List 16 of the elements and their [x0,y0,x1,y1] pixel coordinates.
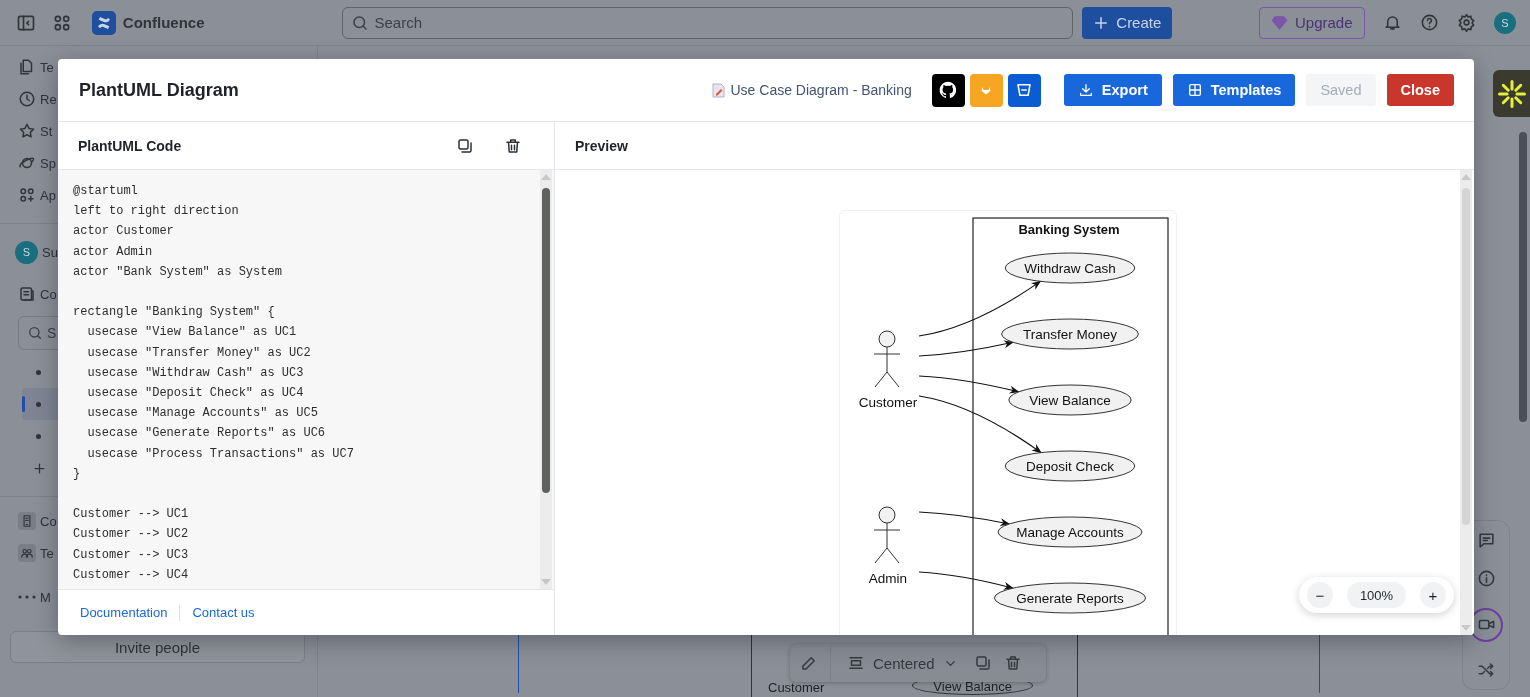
document-name: Use Case Diagram - Banking [730,82,912,98]
actor-label: Customer [858,395,917,410]
use-case-node: View Balance [1007,384,1132,416]
use-case-node: Deposit Check [1004,450,1135,482]
use-case-node: Withdraw Cash [1004,252,1135,284]
panel-title: PlantUML Code [78,137,183,154]
panel-title: Preview [575,137,629,154]
use-case-node: Generate Reports [993,582,1146,614]
actor-label: Customer [768,680,825,695]
use-case-node: Transfer Money [1000,318,1139,350]
actor-label: Admin [868,571,907,586]
product-name: Confluence [122,14,206,31]
dialog-title: PlantUML Diagram [79,79,240,101]
space-avatar: S [15,240,38,264]
use-case-node: Manage Accounts [997,516,1142,548]
zoom-level: 100% [1346,582,1407,608]
